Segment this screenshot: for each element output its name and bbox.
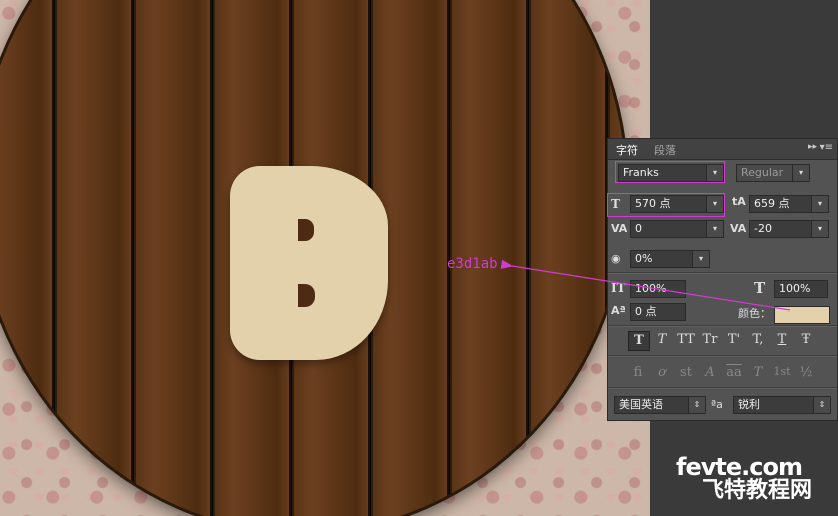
horizontal-scale-field[interactable]: 100%: [774, 280, 828, 298]
vertical-scale-icon: IT: [611, 281, 626, 295]
color-annotation: e3d1ab: [447, 256, 498, 272]
panel-divider: [608, 387, 837, 389]
contextual-alternates-button[interactable]: st: [676, 365, 696, 383]
panel-menu-icon[interactable]: ▾≡: [820, 142, 833, 153]
all-caps-button[interactable]: TT: [676, 331, 696, 349]
panel-divider: [608, 272, 837, 274]
language-select[interactable]: 美国英语 ⇕: [614, 396, 706, 414]
chevron-updown-icon[interactable]: ⇕: [688, 397, 705, 413]
ligatures-button[interactable]: fi: [628, 365, 648, 383]
baseline-shift-field[interactable]: 0 点: [630, 303, 686, 321]
subscript-button[interactable]: T,: [748, 331, 768, 349]
faux-italic-button[interactable]: T: [652, 331, 672, 349]
chevron-updown-icon[interactable]: ⇕: [813, 397, 830, 413]
fractions-button[interactable]: ½: [796, 365, 816, 383]
color-swatch[interactable]: [774, 306, 830, 324]
horizontal-scale-value: 100%: [779, 282, 811, 295]
font-style-select[interactable]: Regular ▾: [736, 164, 810, 182]
watermark-site-name: 飞特教程网: [702, 478, 813, 503]
strikethrough-button[interactable]: Ŧ: [796, 331, 816, 349]
faux-bold-button[interactable]: T: [628, 331, 650, 351]
collapse-icon[interactable]: ▸▸: [808, 142, 817, 152]
color-label: 颜色：: [738, 307, 771, 320]
panel-divider: [608, 325, 837, 327]
tab-paragraph[interactable]: 段落: [654, 142, 676, 158]
language-value: 美国英语: [619, 398, 663, 411]
tab-character[interactable]: 字符: [616, 142, 638, 158]
kerning-field[interactable]: 0 ▾: [630, 220, 724, 238]
tracking-value: -20: [754, 222, 772, 235]
font-style-value: Regular: [741, 166, 784, 179]
kerning-value: 0: [635, 222, 642, 235]
panel-divider: [608, 355, 837, 357]
antialias-value: 锐利: [738, 398, 760, 411]
letter-b-counter-top: [298, 219, 314, 241]
ordinals-button[interactable]: 1st: [772, 365, 792, 383]
panel-tab-bar: 字符 段落 ▸▸ ▾≡: [608, 139, 837, 160]
baseline-shift-value: 0 点: [635, 305, 657, 318]
leading-field[interactable]: 659 点 ▾: [749, 195, 829, 213]
site-watermark: fevte.com 飞特教程网: [676, 455, 812, 503]
kerning-icon: VA: [611, 222, 628, 235]
swash-button[interactable]: A: [700, 365, 720, 383]
baseline-shift-icon: Aª: [611, 304, 626, 317]
chevron-down-icon[interactable]: ▾: [811, 196, 828, 212]
document-canvas[interactable]: [0, 0, 650, 516]
discretionary-ligatures-button[interactable]: ơ: [652, 365, 672, 383]
horizontal-scale-icon: T: [754, 279, 766, 297]
letter-b-shape: [230, 166, 388, 360]
stylistic-alternates-button[interactable]: aa: [724, 365, 744, 383]
tracking-field[interactable]: -20 ▾: [749, 220, 829, 238]
tsume-value: 0%: [635, 252, 653, 265]
font-highlight-box: [615, 161, 725, 183]
underline-button[interactable]: T: [772, 331, 792, 349]
chevron-down-icon[interactable]: ▾: [692, 251, 709, 267]
antialias-icon: ªa: [711, 398, 723, 411]
vertical-scale-field[interactable]: 100%: [630, 280, 686, 298]
tsume-icon: ◉: [611, 252, 621, 265]
chevron-down-icon[interactable]: ▾: [792, 165, 809, 181]
tsume-field[interactable]: 0% ▾: [630, 250, 710, 268]
tracking-icon: VA: [730, 222, 747, 235]
small-caps-button[interactable]: Tr: [700, 331, 720, 349]
chevron-down-icon[interactable]: ▾: [811, 221, 828, 237]
vertical-scale-value: 100%: [635, 282, 667, 295]
antialias-select[interactable]: 锐利 ⇕: [733, 396, 831, 414]
leading-value: 659 点: [754, 197, 790, 210]
titling-alternates-button[interactable]: T: [748, 365, 768, 383]
size-highlight-box: [607, 193, 725, 217]
superscript-button[interactable]: T': [724, 331, 744, 349]
watermark-domain: fevte.com: [676, 453, 803, 481]
leading-icon: tA: [732, 195, 746, 208]
chevron-down-icon[interactable]: ▾: [706, 221, 723, 237]
letter-b-counter-bottom: [298, 284, 315, 307]
